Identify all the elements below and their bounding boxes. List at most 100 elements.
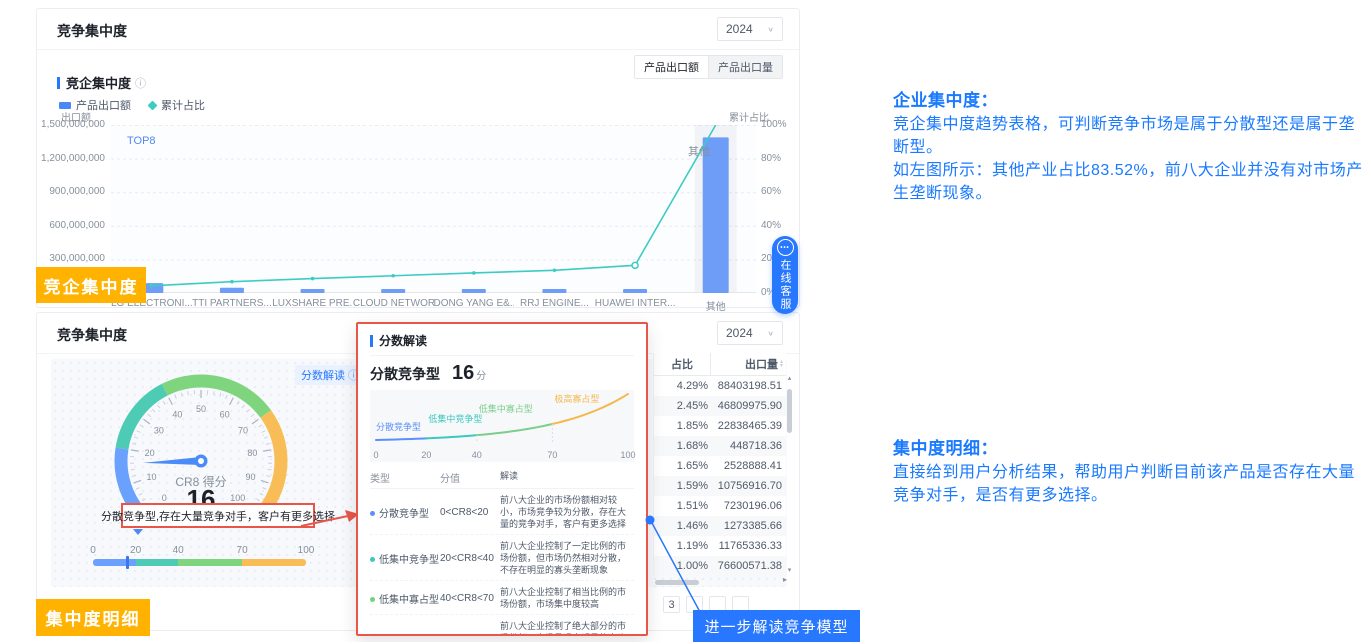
x-axis-label: CLOUD NETWOR...: [353, 298, 434, 313]
table-row[interactable]: 2.45%46809975.90: [654, 396, 786, 416]
callout-line: [642, 512, 712, 618]
sort-icon: ▴▾: [780, 360, 783, 368]
range-cell: 0<CR8<20: [440, 507, 500, 518]
year-value: 2024: [726, 22, 753, 36]
curve-x-tick: 70: [547, 450, 557, 460]
desc-cell: 前八大企业的市场份额相对较小，市场竞争较为分散，存在大量的竞争对手，客户有更多选…: [500, 494, 634, 530]
x-axis-label: TTI PARTNERS...: [192, 298, 273, 313]
popup-title: 分数解读: [379, 332, 427, 349]
x-axis-label: HUAWEI INTER...: [595, 298, 676, 313]
table-header: 占比 出口量 ▴▾: [654, 353, 786, 376]
desc-cell: 前八大企业控制了一定比例的市场份额，但市场仍然相对分散，不存在明显的寡头垄断现象: [500, 540, 634, 576]
range-cell: 20<CR8<40: [440, 553, 500, 564]
slider-tick-label: 100: [298, 545, 315, 556]
bar-其他: [703, 137, 729, 293]
cta-interpret-button[interactable]: 进一步解读竞争模型: [693, 610, 860, 642]
curve-x-tick: 40: [472, 450, 482, 460]
note-text: 竞企集中度趋势表格，可判断竞争市场是属于分散型还是属于垄断型。: [893, 113, 1369, 159]
scroll-up-icon[interactable]: ▴: [788, 375, 792, 383]
year-select[interactable]: 2024 ∨: [717, 17, 783, 41]
score-explain-link[interactable]: 分数解读 ⓘ: [295, 365, 365, 385]
red-arrow-icon: [299, 509, 363, 533]
export-volume-sort-header[interactable]: 出口量 ▴▾: [710, 353, 786, 375]
table-row[interactable]: 1.68%448718.36: [654, 436, 786, 456]
desc-cell: 前八大企业控制了绝大部分的市场份额，市场呈现出明显的寡头垄断特征: [500, 620, 634, 636]
customer-service-label: 在线客服: [777, 259, 793, 311]
explain-row: 分散竞争型0<CR8<20前八大企业的市场份额相对较小，市场竞争较为分散，存在大…: [370, 489, 634, 535]
type-dot-icon: [370, 511, 375, 516]
y-axis-tick: 900,000,000: [39, 186, 105, 197]
y-axis-tick: 1,200,000,000: [39, 153, 105, 164]
slider-tick-label: 0: [90, 545, 96, 556]
score-curve-chart: 分散竞争型低集中竞争型低集中寡占型极高寡占型0204070100: [370, 390, 634, 462]
section-title: 竞企集中度: [66, 73, 131, 92]
slider-current-marker[interactable]: [126, 556, 129, 569]
table-row[interactable]: 4.29%88403198.51: [654, 376, 786, 396]
metric-tabs: 产品出口额产品出口量: [634, 55, 783, 79]
scrollbar-thumb[interactable]: [787, 389, 792, 433]
y-axis-tick: 600,000,000: [39, 220, 105, 231]
year-value: 2024: [726, 326, 753, 340]
note-text: 如左图所示：其他产业占比83.52%，前八大企业并没有对市场产生垄断现象。: [893, 159, 1369, 205]
svg-text:80: 80: [247, 448, 257, 458]
y-axis-tick: 300,000,000: [39, 253, 105, 264]
value-cell: 76600571.38: [710, 560, 786, 572]
scrollbar-track[interactable]: [787, 383, 792, 567]
slider-tick-label: 20: [130, 545, 141, 556]
ratio-cell: 1.68%: [654, 440, 710, 452]
x-axis-label: LUXSHARE PRE...: [272, 298, 353, 313]
slider-segment: [242, 559, 306, 566]
score-unit: 分: [476, 367, 486, 382]
year-select-bottom[interactable]: 2024 ∨: [717, 321, 783, 345]
slider-segment: [136, 559, 179, 566]
score-explain-label: 分数解读: [301, 367, 345, 383]
export-combo-chart: [111, 125, 756, 295]
value-cell: 2528888.41: [710, 460, 786, 472]
bar-HUAWEI INTER...: [623, 289, 647, 293]
annotation-tag-bottom: 集中度明细: [36, 599, 150, 636]
value-cell: 7230196.06: [710, 500, 786, 512]
customer-service-button[interactable]: ••• 在线客服: [772, 236, 798, 314]
ratio-cell: 1.59%: [654, 480, 710, 492]
svg-text:30: 30: [154, 425, 164, 435]
panel-title: 竞争集中度: [57, 21, 127, 41]
scroll-right-icon[interactable]: ▸: [783, 575, 787, 584]
note-body: 直接给到用户分析结果，帮助用户判断目前该产品是否存在大量竞争对手，是否有更多选择…: [893, 461, 1369, 507]
table-row[interactable]: 1.85%22838465.39: [654, 416, 786, 436]
y-axis-tick: 1,500,000,000: [39, 119, 105, 130]
explain-row: 极高寡占型70<CR8<100前八大企业控制了绝大部分的市场份额，市场呈现出明显…: [370, 615, 634, 636]
x-axis-label: DONG YANG E&...: [434, 298, 515, 313]
type-cell: 低集中寡占型: [370, 591, 440, 606]
ratio-cell: 1.51%: [654, 500, 710, 512]
legend-label: 累计占比: [161, 97, 205, 113]
vertical-scrollbar[interactable]: ▴ ▾: [785, 375, 794, 575]
score-explain-popup: 分数解读 分散竞争型 16 分 分散竞争型低集中竞争型低集中寡占型极高寡占型02…: [356, 322, 648, 636]
table-row[interactable]: 1.65%2528888.41: [654, 456, 786, 476]
legend-item[interactable]: 累计占比: [149, 97, 205, 113]
ratio-header: 占比: [654, 356, 710, 372]
bar-CLOUD NETWOR...: [381, 289, 405, 293]
ratio-cell: 4.29%: [654, 380, 710, 392]
bar-DONG YANG E&...: [462, 289, 486, 293]
scroll-down-icon[interactable]: ▾: [788, 567, 792, 575]
info-icon[interactable]: ⓘ: [135, 75, 146, 91]
score-type: 分散竞争型: [370, 364, 440, 384]
slider-segment: [93, 559, 136, 566]
value-cell: 10756916.70: [710, 480, 786, 492]
svg-text:50: 50: [196, 404, 206, 414]
curve-x-tick: 20: [421, 450, 431, 460]
curve-zone-label: 低集中竞争型: [428, 412, 482, 425]
value-cell: 46809975.90: [710, 400, 786, 412]
type-dot-icon: [370, 557, 375, 562]
value-cell: 11765336.33: [710, 540, 786, 552]
tab-1[interactable]: 产品出口额: [635, 56, 708, 78]
bar-LUXSHARE PRE...: [301, 289, 325, 293]
type-cell: 低集中竞争型: [370, 551, 440, 566]
explain-row: 低集中竞争型20<CR8<40前八大企业控制了一定比例的市场份额，但市场仍然相对…: [370, 535, 634, 581]
panel-title: 竞争集中度: [57, 325, 127, 345]
dashboard-page: 竞争集中度 2024 ∨ 产品出口额产品出口量 竞企集中度 ⓘ 产品出口额累计占…: [0, 0, 1369, 642]
tab-2[interactable]: 产品出口量: [708, 56, 782, 78]
range-header: 分值: [440, 470, 500, 485]
legend-swatch-icon: [148, 100, 158, 110]
table-row[interactable]: 1.59%10756916.70: [654, 476, 786, 496]
